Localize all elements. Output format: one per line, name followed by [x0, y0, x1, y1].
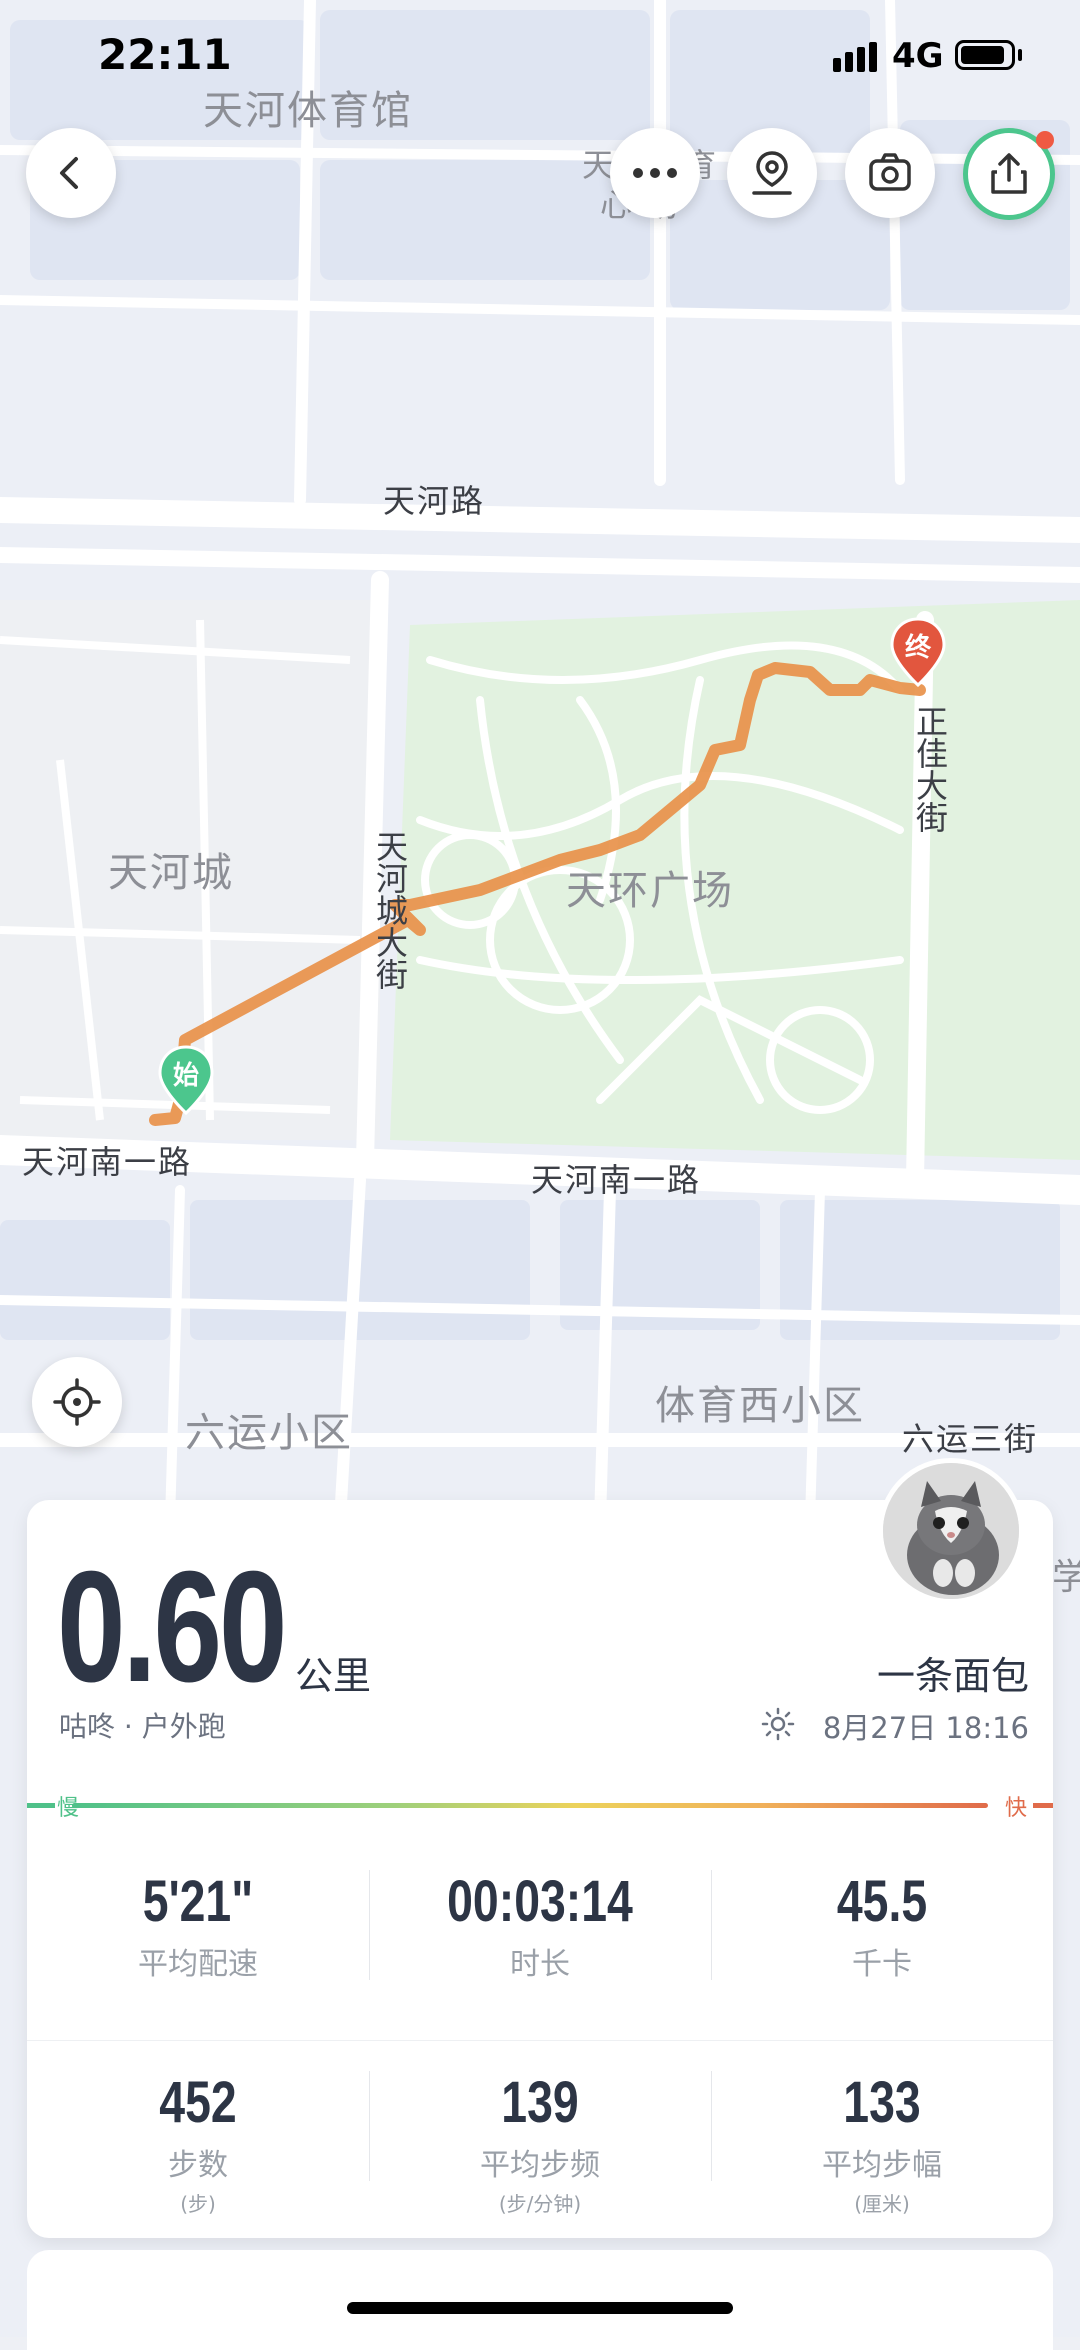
stat-value: 00:03:14 [447, 1869, 633, 1934]
pace-gradient [72, 1803, 988, 1808]
more-button[interactable] [610, 128, 700, 218]
stat-value: 452 [159, 2070, 237, 2135]
camera-button[interactable] [845, 128, 935, 218]
distance-unit: 公里 [295, 1654, 372, 1698]
stat-sub: (厘米) [854, 2192, 910, 2216]
stat-stride: 133 平均步幅 (厘米) [711, 2041, 1053, 2238]
stat-value: 5'21" [142, 1869, 254, 1934]
distance-value: 0.60 [57, 1539, 287, 1715]
map-pin-icon [752, 151, 792, 195]
stat-sub: (步/分钟) [498, 2192, 582, 2216]
stat-label: 千卡 [852, 1947, 912, 1982]
map-label-tianhuan-square: 天环广场 [566, 868, 734, 914]
notification-dot [1036, 131, 1054, 149]
activity-datetime: 8月27日 18:16 [822, 1711, 1029, 1745]
username: 一条面包 [876, 1654, 1029, 1698]
pace-fast-label: 快 [1004, 1796, 1027, 1821]
chevron-left-icon [60, 157, 78, 189]
pace-bar-right [1033, 1803, 1053, 1808]
battery-icon [955, 40, 1015, 70]
camera-icon [869, 153, 911, 191]
start-pin: 始 [158, 1045, 214, 1116]
sun-icon [761, 1707, 795, 1741]
bottom-sheet [27, 2250, 1053, 2350]
avatar[interactable] [878, 1458, 1024, 1604]
map-label-south-road-center: 天河南一路 [531, 1161, 702, 1199]
stat-label: 平均步幅 [822, 2148, 942, 2183]
stats-row-1: 5'21" 平均配速 00:03:14 时长 45.5 千卡 [27, 1840, 1053, 2040]
crosshair-icon [53, 1378, 101, 1426]
locate-button[interactable] [32, 1357, 122, 1447]
stat-label: 步数 [168, 2148, 228, 2183]
map-label-liuyun: 六运小区 [185, 1410, 353, 1456]
map-label-tiyuxi: 体育西小区 [655, 1383, 865, 1429]
end-pin-label: 终 [904, 633, 931, 663]
stats-row-2: 452 步数 (步) 139 平均步频 (步/分钟) 133 平均步幅 (厘米) [27, 2040, 1053, 2238]
stat-duration: 00:03:14 时长 [369, 1840, 711, 2040]
battery-tip [1018, 49, 1022, 61]
stat-value: 133 [843, 2070, 921, 2135]
stat-calories: 45.5 千卡 [711, 1840, 1053, 2040]
network-type: 4G [892, 36, 944, 76]
stat-steps: 452 步数 (步) [27, 2041, 369, 2238]
stat-label: 平均步频 [480, 2148, 600, 2183]
pace-bar-left [27, 1803, 55, 1808]
stat-value: 139 [501, 2070, 579, 2135]
activity-subtitle: 咕咚 · 户外跑 [59, 1710, 226, 1743]
start-pin-label: 始 [172, 1061, 199, 1091]
map-label-zhengjia-street: 正佳大街 [911, 705, 949, 833]
map-label-edge-char: 学 [1052, 1557, 1080, 1598]
map-label-tianhe-road: 天河路 [383, 482, 486, 520]
stat-value: 45.5 [836, 1869, 928, 1934]
map-label-liuyun-third: 六运三街 [902, 1420, 1039, 1458]
map-label-tianhe-city: 天河城 [108, 850, 234, 896]
stat-cadence: 139 平均步频 (步/分钟) [369, 2041, 711, 2238]
status-bar: 22:11 4G [0, 0, 1080, 120]
status-time: 22:11 [98, 30, 232, 79]
signal-icon [833, 42, 877, 72]
run-summary-card: 0.60 公里 咕咚 · 户外跑 一条面包 8月27日 18:16 慢 快 5'… [27, 1500, 1053, 2238]
end-pin: 终 [890, 617, 946, 688]
stat-avg-pace: 5'21" 平均配速 [27, 1840, 369, 2040]
map-label-south-road-left: 天河南一路 [22, 1143, 193, 1181]
cat-avatar-image [883, 1463, 1019, 1599]
more-icon [633, 168, 677, 178]
stat-label: 时长 [510, 1947, 570, 1982]
stats-grid: 5'21" 平均配速 00:03:14 时长 45.5 千卡 452 步数 (步… [27, 1840, 1053, 2238]
back-button[interactable] [26, 128, 116, 218]
home-indicator[interactable] [347, 2302, 733, 2314]
share-button[interactable] [963, 128, 1055, 220]
map-label-tianhecheng-street: 天河城大街 [371, 830, 409, 990]
pace-gradient-bar: 慢 快 [27, 1790, 1053, 1821]
share-icon [991, 153, 1027, 194]
stat-label: 平均配速 [138, 1947, 258, 1982]
location-button[interactable] [727, 128, 817, 218]
stat-sub: (步) [180, 2192, 216, 2216]
